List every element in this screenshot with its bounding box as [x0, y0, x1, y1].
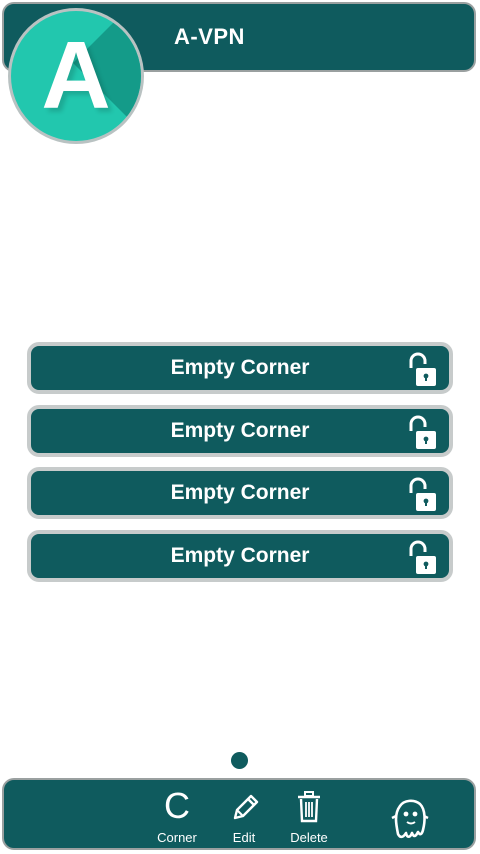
logo-letter: A	[41, 22, 111, 129]
corner-label: Empty Corner	[170, 356, 310, 379]
corner-button-4[interactable]: Empty Corner	[27, 530, 453, 582]
ghost-icon[interactable]	[390, 794, 430, 840]
pencil-icon	[233, 794, 259, 820]
corner-icon: C	[164, 785, 190, 826]
corner-tool-button[interactable]: C Corner	[154, 785, 200, 846]
corner-button-2[interactable]: Empty Corner	[27, 405, 453, 457]
page-indicator-dot	[231, 752, 248, 769]
unlock-icon	[409, 477, 436, 511]
unlock-icon	[409, 352, 436, 386]
corner-button-1[interactable]: Empty Corner	[27, 342, 453, 394]
unlock-icon	[409, 540, 436, 574]
bottom-toolbar: C Corner Edit Delete	[2, 778, 476, 850]
delete-label: Delete	[290, 830, 328, 845]
app-title: A-VPN	[174, 24, 245, 49]
corner-label: Empty Corner	[170, 544, 310, 567]
app-logo: A	[8, 8, 144, 144]
corner-button-3[interactable]: Empty Corner	[27, 467, 453, 519]
corner-tool-label: Corner	[157, 830, 197, 845]
unlock-icon	[409, 415, 436, 449]
trash-icon	[298, 791, 320, 823]
edit-button[interactable]: Edit	[222, 786, 266, 845]
delete-button[interactable]: Delete	[286, 786, 332, 845]
edit-label: Edit	[232, 830, 256, 845]
corner-label: Empty Corner	[170, 419, 310, 442]
corner-label: Empty Corner	[170, 481, 310, 504]
